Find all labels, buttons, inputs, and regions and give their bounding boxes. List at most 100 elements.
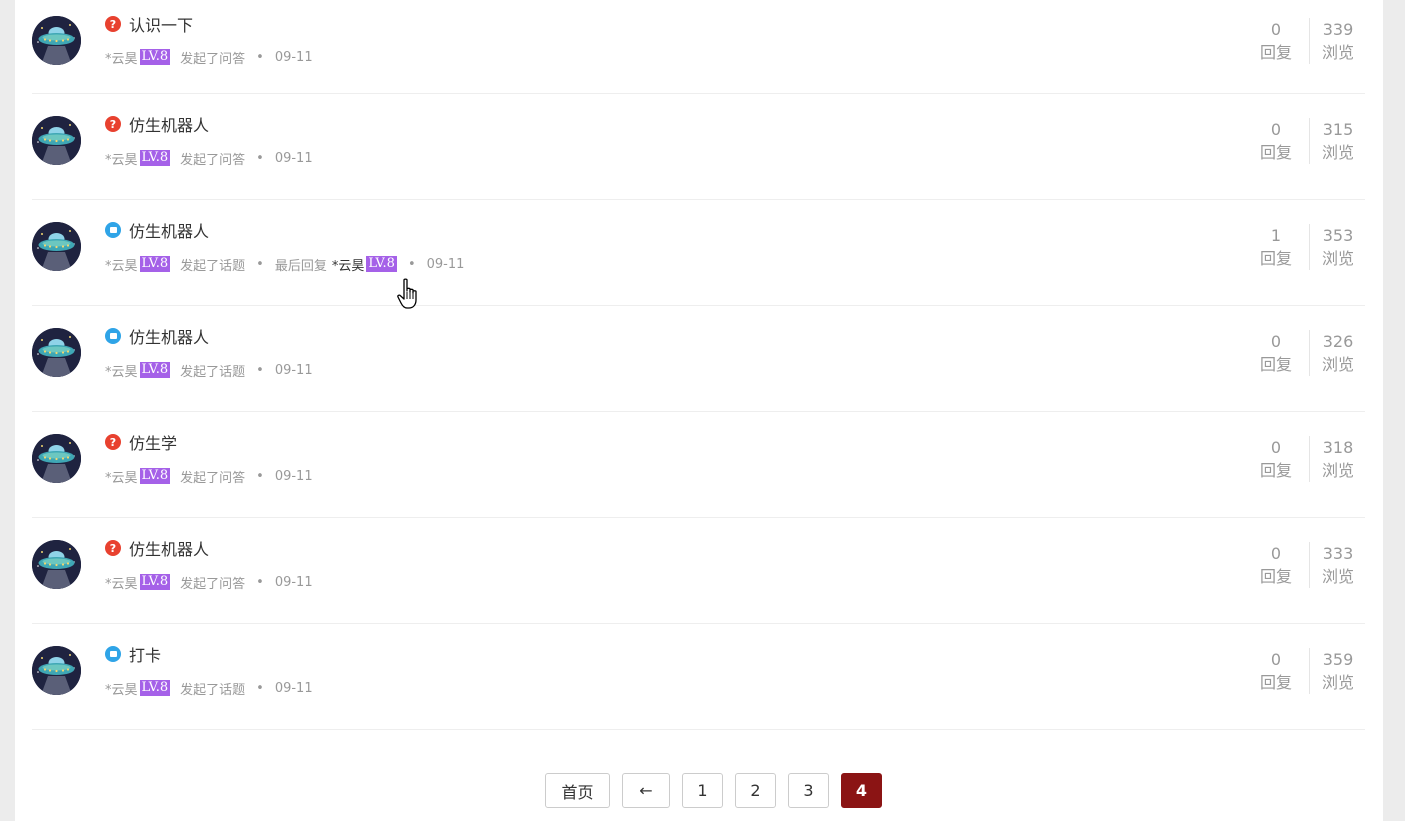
post-title-line: ? 认识一下 <box>105 13 193 35</box>
post-date: 09-11 <box>274 468 313 484</box>
view-count-label: 浏览 <box>1321 355 1354 374</box>
speech-bubble-icon <box>105 646 121 662</box>
action-text: 发起了问答 <box>180 152 246 168</box>
question-mark-icon: ? <box>105 434 121 450</box>
post-row: ? 仿生机器人 *云昊 LV.8 发起了问答 • 09-11 0 回复 315 … <box>32 94 1365 200</box>
user-avatar[interactable] <box>32 222 81 271</box>
level-badge: LV.8 <box>139 49 171 65</box>
separator-dot: • <box>256 49 264 65</box>
post-title-line: ? 仿生机器人 <box>105 537 209 559</box>
action-text: 发起了话题 <box>180 682 246 698</box>
separator-dot: • <box>256 150 264 166</box>
user-avatar[interactable] <box>32 16 81 65</box>
page-button-1[interactable]: 1 <box>682 773 723 808</box>
post-title[interactable]: 仿生学 <box>129 430 177 454</box>
view-count: 315 浏览 <box>1310 118 1354 164</box>
reply-count-value: 0 <box>1270 438 1282 457</box>
content-panel: ? 认识一下 *云昊 LV.8 发起了问答 • 09-11 0 回复 339 浏… <box>15 0 1383 821</box>
separator-dot: • <box>256 680 264 696</box>
author-name[interactable]: *云昊 <box>105 467 138 486</box>
post-meta: *云昊 LV.8 发起了话题 • 09-11 <box>105 679 313 698</box>
post-stats: 1 回复 353 浏览 <box>1260 224 1354 270</box>
post-title[interactable]: 打卡 <box>129 642 161 666</box>
reply-count: 0 回复 <box>1260 18 1310 64</box>
reply-count-value: 0 <box>1270 20 1282 39</box>
view-count-label: 浏览 <box>1321 461 1354 480</box>
view-count: 353 浏览 <box>1310 224 1354 270</box>
post-stats: 0 回复 339 浏览 <box>1260 18 1354 64</box>
post-meta: *云昊 LV.8 发起了话题 • 09-11 <box>105 361 313 380</box>
post-title-line: 仿生机器人 <box>105 219 209 241</box>
author-name[interactable]: *云昊 <box>105 149 138 168</box>
page-button-2[interactable]: 2 <box>735 773 776 808</box>
reply-count-label: 回复 <box>1259 673 1292 692</box>
post-date: 09-11 <box>274 362 313 378</box>
separator-dot: • <box>256 362 264 378</box>
reply-count-label: 回复 <box>1259 249 1292 268</box>
user-avatar[interactable] <box>32 540 81 589</box>
last-reply-author[interactable]: *云昊 <box>332 255 365 274</box>
reply-count: 0 回复 <box>1260 648 1310 694</box>
reply-count-label: 回复 <box>1259 461 1292 480</box>
action-text: 发起了话题 <box>180 258 246 274</box>
view-count-value: 359 <box>1322 650 1354 669</box>
author-name[interactable]: *云昊 <box>105 679 138 698</box>
post-title[interactable]: 认识一下 <box>129 12 193 36</box>
level-badge: LV.8 <box>139 150 171 166</box>
level-badge: LV.8 <box>139 680 171 696</box>
question-mark-icon: ? <box>105 16 121 32</box>
action-text: 发起了问答 <box>180 470 246 486</box>
post-date: 09-11 <box>274 680 313 696</box>
question-mark-icon: ? <box>105 116 121 132</box>
last-reply: 最后回复 *云昊 LV.8 • <box>275 255 427 274</box>
view-count-label: 浏览 <box>1321 567 1354 586</box>
author-name[interactable]: *云昊 <box>105 361 138 380</box>
view-count: 333 浏览 <box>1310 542 1354 588</box>
view-count: 359 浏览 <box>1310 648 1354 694</box>
first-page-button[interactable]: 首页 <box>545 773 610 808</box>
post-title[interactable]: 仿生机器人 <box>129 112 209 136</box>
user-avatar[interactable] <box>32 116 81 165</box>
question-mark-icon: ? <box>105 540 121 556</box>
reply-count-value: 0 <box>1270 650 1282 669</box>
ufo-avatar-icon <box>32 16 81 65</box>
reply-count: 0 回复 <box>1260 330 1310 376</box>
page-button-4-current[interactable]: 4 <box>841 773 882 808</box>
post-title[interactable]: 仿生机器人 <box>129 218 209 242</box>
post-title[interactable]: 仿生机器人 <box>129 536 209 560</box>
post-meta: *云昊 LV.8 发起了问答 • 09-11 <box>105 48 313 67</box>
ufo-avatar-icon <box>32 434 81 483</box>
post-date: 09-11 <box>426 256 465 272</box>
post-stats: 0 回复 326 浏览 <box>1260 330 1354 376</box>
reply-count: 0 回复 <box>1260 118 1310 164</box>
view-count-label: 浏览 <box>1321 673 1354 692</box>
post-title-line: ? 仿生机器人 <box>105 113 209 135</box>
post-row: ? 仿生机器人 *云昊 LV.8 发起了问答 • 09-11 0 回复 333 … <box>32 518 1365 624</box>
post-date: 09-11 <box>274 574 313 590</box>
post-meta: *云昊 LV.8 发起了问答 • 09-11 <box>105 149 313 168</box>
user-avatar[interactable] <box>32 328 81 377</box>
last-reply-label: 最后回复 <box>274 258 327 274</box>
page-button-3[interactable]: 3 <box>788 773 829 808</box>
separator-dot: • <box>256 468 264 484</box>
post-row: 仿生机器人 *云昊 LV.8 发起了话题 • 09-11 0 回复 326 浏览 <box>32 306 1365 412</box>
post-date: 09-11 <box>274 150 313 166</box>
reply-count-value: 0 <box>1270 544 1282 563</box>
post-title[interactable]: 仿生机器人 <box>129 324 209 348</box>
user-avatar[interactable] <box>32 434 81 483</box>
view-count-value: 353 <box>1322 226 1354 245</box>
ufo-avatar-icon <box>32 116 81 165</box>
author-name[interactable]: *云昊 <box>105 255 138 274</box>
pagination: 首页 ← 1 2 3 4 <box>545 773 894 808</box>
post-row: 仿生机器人 *云昊 LV.8 发起了话题 • 最后回复 *云昊 LV.8 • 09… <box>32 200 1365 306</box>
view-count: 318 浏览 <box>1310 436 1354 482</box>
reply-count-value: 0 <box>1270 120 1282 139</box>
author-name[interactable]: *云昊 <box>105 573 138 592</box>
prev-page-button[interactable]: ← <box>622 773 670 808</box>
view-count-label: 浏览 <box>1321 143 1354 162</box>
ufo-avatar-icon <box>32 222 81 271</box>
post-stats: 0 回复 359 浏览 <box>1260 648 1354 694</box>
separator-dot: • <box>256 574 264 590</box>
author-name[interactable]: *云昊 <box>105 48 138 67</box>
user-avatar[interactable] <box>32 646 81 695</box>
